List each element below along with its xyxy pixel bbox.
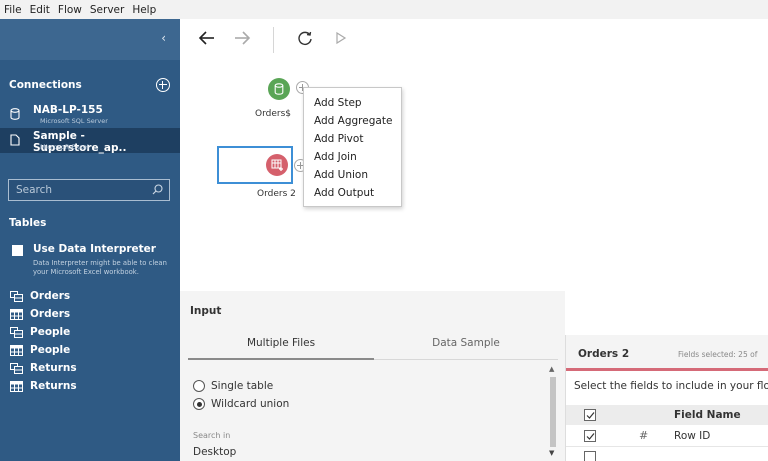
table-label: Orders (30, 308, 71, 320)
menu-item-add-step[interactable]: Add Step (304, 94, 401, 112)
active-tab-indicator (188, 358, 374, 360)
tables-title: Tables (9, 217, 47, 229)
menu-item-add-join[interactable]: Add Join (304, 148, 401, 166)
field-name: Row ID (674, 430, 711, 442)
connections-header: Connections (9, 78, 170, 92)
run-flow-icon[interactable] (335, 30, 347, 46)
number-type-icon: # (639, 429, 649, 442)
sidebar: ‹ Connections NAB-LP-155 Microsoft SQL S… (0, 19, 180, 461)
flow-toolbar (180, 19, 768, 61)
table-item-orders-range[interactable]: Orders (10, 287, 70, 305)
field-name-header: Field Name (674, 409, 741, 421)
sheet-icon (10, 380, 23, 392)
fields-hint: Select the fields to include in your flo… (574, 380, 768, 392)
fields-table-header: Field Name (566, 405, 768, 425)
sheet-icon (10, 344, 23, 356)
tab-multiple-files[interactable]: Multiple Files (188, 337, 374, 349)
scroll-up-icon[interactable]: ▲ (549, 365, 554, 373)
flow-canvas[interactable]: Orders$ Orders 2 (180, 61, 768, 291)
menu-item-add-output[interactable]: Add Output (304, 184, 401, 202)
input-pane-title: Input (190, 305, 222, 317)
table-row[interactable] (566, 447, 768, 461)
database-icon (274, 83, 284, 95)
input-pane: Input Multiple Files Data Sample Single … (180, 291, 565, 461)
connection-type: Microsoft Excel (40, 143, 89, 151)
collapse-sidebar-icon[interactable]: ‹ (161, 31, 166, 45)
add-step-context-menu: Add Step Add Aggregate Add Pivot Add Joi… (303, 87, 402, 207)
single-table-label: Single table (211, 380, 274, 392)
file-icon (10, 134, 20, 146)
named-range-icon (10, 326, 23, 338)
menu-server[interactable]: Server (90, 4, 124, 16)
field-checkbox[interactable] (584, 451, 596, 461)
table-search-input[interactable]: Search (8, 179, 170, 201)
menu-file[interactable]: File (4, 4, 22, 16)
menu-bar: File Edit Flow Server Help (0, 0, 768, 19)
table-item-people-range[interactable]: People (10, 323, 70, 341)
connections-title: Connections (9, 79, 82, 91)
menu-flow[interactable]: Flow (58, 4, 82, 16)
checkmark-icon (586, 412, 595, 419)
table-item-orders-sheet[interactable]: Orders (10, 305, 70, 323)
table-label: People (30, 344, 71, 356)
table-item-returns-sheet[interactable]: Returns (10, 377, 77, 395)
search-icon (152, 184, 163, 195)
fields-step-name: Orders 2 (578, 348, 630, 360)
scroll-down-icon[interactable]: ▼ (549, 449, 554, 457)
menu-item-add-pivot[interactable]: Add Pivot (304, 130, 401, 148)
table-label: Returns (30, 380, 77, 392)
node-label-orders-2: Orders 2 (257, 189, 296, 199)
input-pane-scrollbar[interactable]: ▲ ▼ (548, 363, 558, 461)
connection-item-excel[interactable]: Sample - Superstore_ap.. Microsoft Excel (0, 128, 180, 154)
sheet-icon (10, 308, 23, 320)
table-row[interactable]: # Row ID (566, 425, 768, 447)
table-item-returns-range[interactable]: Returns (10, 359, 77, 377)
search-in-value[interactable]: Desktop (193, 446, 236, 458)
named-range-icon (10, 290, 23, 302)
refresh-icon[interactable] (297, 30, 313, 46)
connection-item-sql[interactable]: NAB-LP-155 Microsoft SQL Server (0, 102, 180, 127)
node-label-orders: Orders$ (255, 109, 291, 119)
input-step-orders[interactable] (268, 78, 290, 100)
menu-help[interactable]: Help (132, 4, 156, 16)
connection-name: NAB-LP-155 (33, 104, 103, 116)
table-label: People (30, 326, 71, 338)
search-in-label: Search in (193, 431, 231, 440)
select-all-checkbox[interactable] (584, 409, 596, 421)
wildcard-union-label: Wildcard union (211, 398, 290, 410)
fields-pane-header: Orders 2 Fields selected: 25 of (566, 335, 768, 371)
menu-edit[interactable]: Edit (30, 4, 50, 16)
menu-item-add-union[interactable]: Add Union (304, 166, 401, 184)
wildcard-union-icon (271, 159, 283, 171)
wildcard-union-radio[interactable] (193, 398, 205, 410)
data-interpreter-label: Use Data Interpreter (33, 243, 156, 255)
checkmark-icon (586, 433, 595, 440)
connection-type: Microsoft SQL Server (40, 117, 108, 125)
sidebar-top: ‹ (0, 19, 180, 60)
single-table-radio[interactable] (193, 380, 205, 392)
scrollbar-thumb[interactable] (550, 377, 556, 447)
fields-selected-count: Fields selected: 25 of (678, 350, 758, 359)
tab-data-sample[interactable]: Data Sample (374, 337, 558, 349)
table-item-people-sheet[interactable]: People (10, 341, 70, 359)
data-interpreter-checkbox[interactable] (12, 245, 23, 256)
table-label: Returns (30, 362, 77, 374)
data-interpreter-description: Data Interpreter might be able to clean … (33, 259, 167, 276)
forward-arrow-icon[interactable] (233, 30, 251, 46)
fields-pane: Orders 2 Fields selected: 25 of Select t… (565, 335, 768, 461)
table-label: Orders (30, 290, 71, 302)
menu-item-add-aggregate[interactable]: Add Aggregate (304, 112, 401, 130)
toolbar-separator (273, 27, 274, 53)
add-connection-icon[interactable] (156, 78, 170, 92)
field-checkbox[interactable] (584, 430, 596, 442)
back-arrow-icon[interactable] (198, 30, 216, 46)
database-icon (10, 108, 20, 120)
input-step-orders-2[interactable] (266, 154, 288, 176)
search-placeholder: Search (16, 184, 53, 196)
named-range-icon (10, 362, 23, 374)
